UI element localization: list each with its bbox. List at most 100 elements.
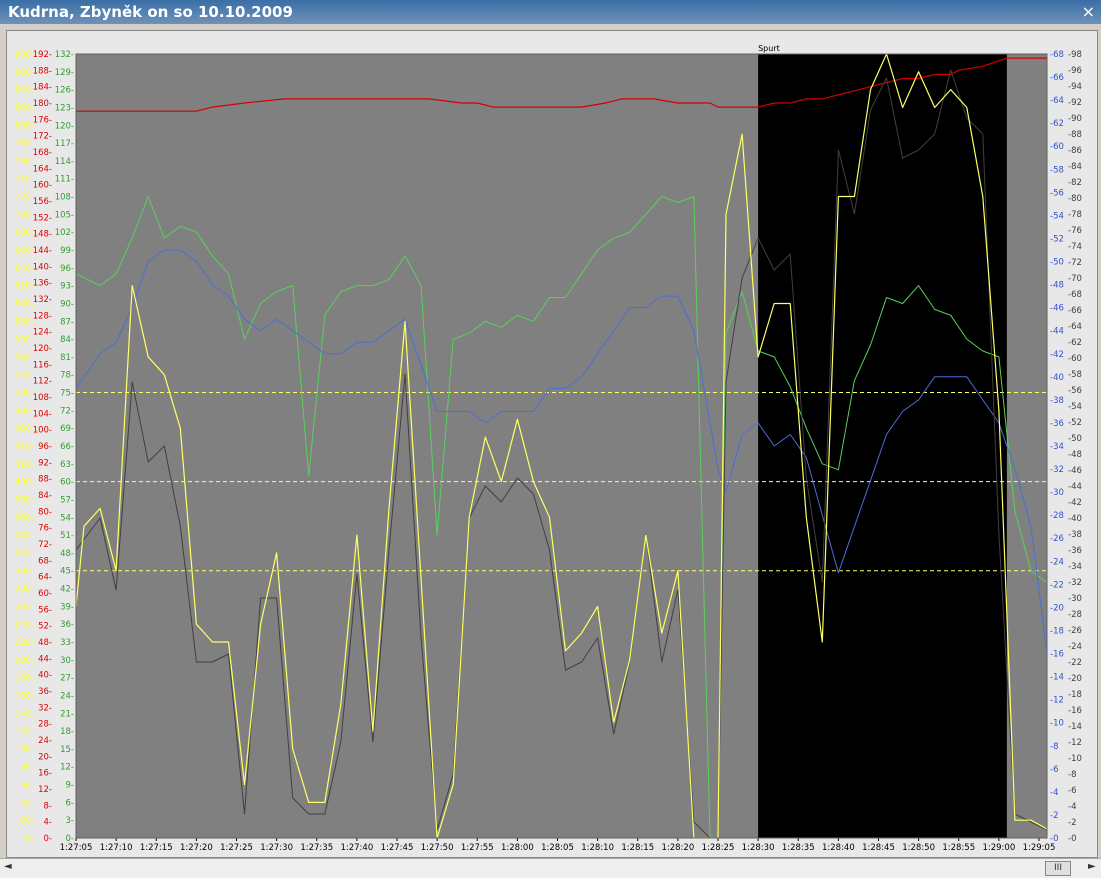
gray-tick-label: -38 xyxy=(1068,530,1082,540)
red-tick-label: 80- xyxy=(38,507,52,517)
blue-tick-label: -66 xyxy=(1050,73,1064,83)
blue-tick-label: -38 xyxy=(1050,396,1064,406)
green-tick-label: 132- xyxy=(55,50,74,60)
yellow-tick-label: 680- xyxy=(15,228,34,238)
green-tick-label: 105- xyxy=(55,210,74,220)
red-tick-label: 28- xyxy=(38,720,52,730)
yellow-tick-label: 800- xyxy=(15,121,34,131)
green-tick-label: 9- xyxy=(66,781,74,791)
yellow-tick-label: 740- xyxy=(15,175,34,185)
blue-tick-label: -36 xyxy=(1050,419,1064,429)
gray-tick-label: -64 xyxy=(1068,322,1082,332)
red-tick-label: 88- xyxy=(38,475,52,485)
gray-tick-label: -76 xyxy=(1068,226,1082,236)
red-tick-label: 104- xyxy=(33,409,52,419)
yellow-tick-label: 420- xyxy=(15,460,34,470)
green-tick-label: 96- xyxy=(60,264,74,274)
gray-tick-label: -44 xyxy=(1068,482,1082,492)
gray-tick-label: -12 xyxy=(1068,738,1082,748)
red-tick-label: 108- xyxy=(33,393,52,403)
yellow-tick-label: 500- xyxy=(15,389,34,399)
gray-tick-label: -16 xyxy=(1068,706,1082,716)
green-tick-label: 75- xyxy=(60,389,74,399)
yellow-tick-label: 100- xyxy=(15,745,34,755)
gray-tick-label: -90 xyxy=(1068,114,1082,124)
scroll-right-icon[interactable]: ► xyxy=(1088,861,1096,872)
blue-tick-label: -40 xyxy=(1050,373,1064,383)
yellow-tick-label: 140- xyxy=(15,709,34,719)
yellow-tick-label: 720- xyxy=(15,193,34,203)
red-tick-label: 192- xyxy=(33,50,52,60)
blue-tick-label: -18 xyxy=(1050,626,1064,636)
red-tick-label: 52- xyxy=(38,622,52,632)
red-tick-label: 120- xyxy=(33,344,52,354)
red-tick-label: 164- xyxy=(33,164,52,174)
blue-tick-label: -46 xyxy=(1050,304,1064,314)
blue-tick-label: -16 xyxy=(1050,650,1064,660)
x-tick-label: 1:28:05 xyxy=(541,843,574,853)
scroll-left-icon[interactable]: ◄ xyxy=(4,861,12,872)
gray-tick-label: -50 xyxy=(1068,434,1082,444)
gray-tick-label: -82 xyxy=(1068,178,1082,188)
green-tick-label: 117- xyxy=(55,139,74,149)
blue-tick-label: -28 xyxy=(1050,511,1064,521)
red-tick-label: 140- xyxy=(33,262,52,272)
gray-tick-label: -96 xyxy=(1068,66,1082,76)
gray-tick-label: -0 xyxy=(1068,834,1076,844)
red-tick-label: 100- xyxy=(33,426,52,436)
blue-tick-label: -26 xyxy=(1050,534,1064,544)
yellow-tick-label: 480- xyxy=(15,406,34,416)
scroll-thumb[interactable]: III xyxy=(1045,861,1071,876)
green-tick-label: 114- xyxy=(55,157,74,167)
red-tick-label: 32- xyxy=(38,703,52,713)
gray-tick-label: -36 xyxy=(1068,546,1082,556)
green-tick-label: 6- xyxy=(66,798,74,808)
gray-tick-label: -84 xyxy=(1068,162,1082,172)
green-tick-label: 87- xyxy=(60,317,74,327)
yellow-tick-label: 440- xyxy=(15,442,34,452)
x-tick-label: 1:28:30 xyxy=(742,843,775,853)
gray-tick-label: -46 xyxy=(1068,466,1082,476)
blue-tick-label: -12 xyxy=(1050,696,1064,706)
red-tick-label: 40- xyxy=(38,671,52,681)
x-tick-label: 1:28:20 xyxy=(661,843,694,853)
yellow-tick-label: 320- xyxy=(15,549,34,559)
yellow-tick-label: 220- xyxy=(15,638,34,648)
red-tick-label: 132- xyxy=(33,295,52,305)
gray-tick-label: -92 xyxy=(1068,98,1082,108)
gray-tick-label: -2 xyxy=(1068,818,1076,828)
gray-tick-label: -52 xyxy=(1068,418,1082,428)
x-tick-label: 1:28:15 xyxy=(621,843,654,853)
red-tick-label: 72- xyxy=(38,540,52,550)
x-tick-label: 1:27:05 xyxy=(60,843,93,853)
blue-tick-label: -20 xyxy=(1050,603,1064,613)
yellow-tick-label: 640- xyxy=(15,264,34,274)
green-tick-label: 30- xyxy=(60,656,74,666)
gray-tick-label: -48 xyxy=(1068,450,1082,460)
gray-tick-label: -74 xyxy=(1068,242,1082,252)
chart: Spurt 0- 20- 40- 60- 80- 100- 120- 140- 160- 180- 2… xyxy=(15,44,1082,853)
green-tick-label: 18- xyxy=(60,727,74,737)
blue-tick-label: -44 xyxy=(1050,327,1064,337)
x-tick-label: 1:28:00 xyxy=(501,843,534,853)
red-tick-label: 12- xyxy=(38,785,52,795)
green-tick-label: 3- xyxy=(66,816,74,826)
red-tick-label: 44- xyxy=(38,654,52,664)
x-tick-label: 1:28:35 xyxy=(782,843,815,853)
green-tick-label: 60- xyxy=(60,478,74,488)
red-tick-label: 64- xyxy=(38,573,52,583)
x-tick-label: 1:28:40 xyxy=(822,843,855,853)
yellow-tick-label: 600- xyxy=(15,299,34,309)
horizontal-scrollbar[interactable]: ◄ III ► xyxy=(0,858,1101,878)
red-tick-label: 36- xyxy=(38,687,52,697)
green-tick-label: 27- xyxy=(60,674,74,684)
x-tick-label: 1:28:10 xyxy=(581,843,614,853)
blue-tick-label: -62 xyxy=(1050,119,1064,129)
red-tick-label: 176- xyxy=(33,115,52,125)
x-tick-label: 1:28:25 xyxy=(702,843,735,853)
red-tick-label: 60- xyxy=(38,589,52,599)
x-tick-label: 1:27:25 xyxy=(220,843,253,853)
red-tick-label: 24- xyxy=(38,736,52,746)
red-tick-label: 84- xyxy=(38,491,52,501)
blue-tick-label: -34 xyxy=(1050,442,1064,452)
